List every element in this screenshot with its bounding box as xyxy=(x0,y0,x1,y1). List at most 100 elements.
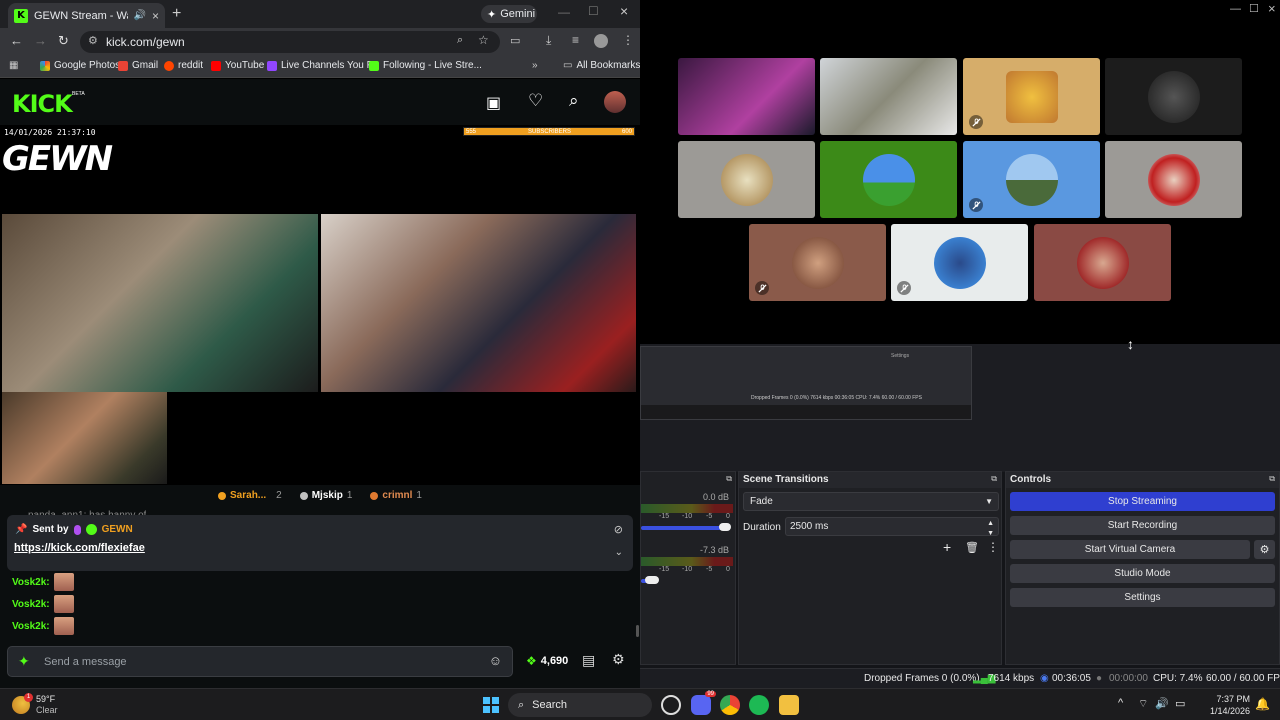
volume-icon[interactable]: 🔊 xyxy=(1155,697,1169,710)
transition-select[interactable]: Fade ▼ xyxy=(743,492,999,511)
window-maximize-button[interactable]: ☐ xyxy=(1249,2,1259,15)
emoji-icon[interactable]: ☺ xyxy=(489,653,502,668)
participant-tile[interactable] xyxy=(1034,224,1171,301)
participant-tile[interactable] xyxy=(820,141,957,218)
window-minimize-button[interactable]: — xyxy=(1230,3,1241,15)
add-transition-icon[interactable]: + xyxy=(943,539,951,555)
bookmark-gmail[interactable]: Gmail xyxy=(118,60,158,71)
bookmark-star-icon[interactable]: ☆ xyxy=(478,33,489,47)
store-icon[interactable]: ▤ xyxy=(582,652,595,669)
all-bookmarks[interactable]: ▭ All Bookmarks xyxy=(563,60,640,71)
profile-avatar[interactable] xyxy=(594,34,608,48)
cast-icon[interactable]: ▭ xyxy=(510,34,520,47)
minimize-button[interactable]: — xyxy=(558,5,570,19)
battery-icon[interactable]: ▭ xyxy=(1175,697,1185,710)
slider-handle-icon[interactable] xyxy=(719,523,731,531)
live-icon: ◉ xyxy=(1040,673,1049,684)
taskbar-search[interactable]: ⌕ Search xyxy=(508,693,652,717)
dropped-frames: Dropped Frames 0 (0.0%) xyxy=(864,673,980,684)
system-clock[interactable]: 7:37 PM 1/14/2026 xyxy=(1210,693,1250,717)
weather-widget[interactable]: 1 59°F Clear xyxy=(12,693,58,716)
virtual-camera-settings-icon[interactable]: ⚙ xyxy=(1254,540,1275,559)
participant-tile[interactable] xyxy=(749,224,886,301)
window-close-button[interactable]: × xyxy=(1268,1,1276,16)
pinned-link[interactable]: https://kick.com/flexiefae xyxy=(14,542,145,554)
user-avatar[interactable] xyxy=(604,91,626,113)
participant-tile[interactable] xyxy=(820,58,957,135)
mixer-float-icon[interactable]: ⧉ xyxy=(726,474,732,484)
start-virtual-camera-button[interactable]: Start Virtual Camera xyxy=(1010,540,1250,559)
heart-icon[interactable]: ♡ xyxy=(528,91,543,111)
discord-taskbar-icon[interactable]: 99 xyxy=(691,691,716,715)
studio-mode-button[interactable]: Studio Mode xyxy=(1010,564,1275,583)
participant-tile[interactable] xyxy=(1105,141,1242,218)
chrome-taskbar-icon[interactable] xyxy=(720,695,740,715)
volume-slider-a[interactable] xyxy=(641,526,727,530)
channel-points[interactable]: ❖ 4,690 xyxy=(526,654,568,668)
kick-spark-icon[interactable]: ✦ xyxy=(18,653,30,670)
notifications-icon[interactable]: 🔔 xyxy=(1255,697,1270,711)
reload-icon[interactable]: ↻ xyxy=(58,33,69,49)
panel-float-icon[interactable]: ⧉ xyxy=(1269,474,1275,484)
zoom-icon[interactable]: ⌕ xyxy=(457,34,463,47)
participant-tile[interactable] xyxy=(963,141,1100,218)
wifi-icon[interactable]: ⌔ xyxy=(1138,697,1148,711)
stop-streaming-button[interactable]: Stop Streaming xyxy=(1010,492,1275,511)
following-feed-icon[interactable]: ▣ xyxy=(486,93,501,113)
gemini-button[interactable]: ✦ Gemini xyxy=(481,5,537,23)
search-icon[interactable]: ⌕ xyxy=(569,91,579,111)
duration-spinbox[interactable]: 2500 ms ▲ ▼ xyxy=(785,517,999,537)
bookmarks-bar: ▦ Google Photos Gmail reddit YouTube Liv… xyxy=(0,56,640,78)
chat-settings-icon[interactable]: ⚙ xyxy=(612,651,625,668)
bookmark-following[interactable]: Following - Live Stre... xyxy=(369,60,482,71)
chrome-menu-icon[interactable]: ⋮ xyxy=(622,33,634,47)
bookmark-live-channels[interactable]: Live Channels You F... xyxy=(267,60,380,71)
trash-icon[interactable]: 🗑 xyxy=(965,541,979,554)
pinned-sender: 📌 Sent by GEWN xyxy=(15,524,133,535)
obs-taskbar-icon[interactable] xyxy=(661,695,681,715)
expand-pin-icon[interactable]: ⌄ xyxy=(615,547,623,558)
bitrate: 7614 kbps xyxy=(988,673,1035,684)
site-info-icon[interactable]: ⚙ xyxy=(88,34,98,47)
send-message-input[interactable] xyxy=(44,653,474,671)
participant-tile[interactable] xyxy=(678,58,815,135)
tray-overflow-icon[interactable]: ^ xyxy=(1118,697,1123,709)
pinned-sender-name[interactable]: GEWN xyxy=(102,524,133,535)
participant-tile[interactable] xyxy=(1105,58,1242,135)
bookmark-youtube[interactable]: YouTube xyxy=(211,60,264,71)
file-explorer-taskbar-icon[interactable] xyxy=(779,695,799,715)
spotify-taskbar-icon[interactable] xyxy=(749,695,769,715)
browser-tab[interactable]: K GEWN Stream - Watch Live 🔊 × xyxy=(8,3,165,28)
participant-tile[interactable] xyxy=(963,58,1100,135)
slider-handle-icon[interactable] xyxy=(645,576,659,584)
settings-button[interactable]: Settings xyxy=(1010,588,1275,607)
forward-icon[interactable]: → xyxy=(34,33,47,48)
bookmark-google-photos[interactable]: Google Photos xyxy=(40,60,120,71)
download-icon[interactable]: ⤓ xyxy=(546,33,551,48)
media-icon[interactable]: ≡ xyxy=(572,33,579,47)
tab-close-icon[interactable]: × xyxy=(152,9,159,23)
apps-icon[interactable]: ▦ xyxy=(9,60,18,71)
more-options-icon[interactable]: ⋮ xyxy=(987,540,999,554)
close-window-button[interactable]: × xyxy=(620,3,628,19)
bookmark-reddit[interactable]: reddit xyxy=(164,60,203,71)
speaker-icon[interactable]: 🔊 xyxy=(134,10,146,21)
kick-logo[interactable]: KICK xyxy=(12,90,73,118)
preview-settings-label: Settings xyxy=(891,353,910,359)
gifter-1[interactable]: Sarah... 2 xyxy=(218,490,282,501)
windows-start-icon[interactable] xyxy=(483,697,499,713)
chat-scrollbar[interactable] xyxy=(636,625,639,637)
gifter-3[interactable]: crimnl 1 xyxy=(370,490,422,501)
emote-icon xyxy=(53,617,74,635)
start-recording-button[interactable]: Start Recording xyxy=(1010,516,1275,535)
new-tab-button[interactable]: + xyxy=(172,5,181,23)
panel-float-icon[interactable]: ⧉ xyxy=(991,474,997,484)
participant-tile[interactable] xyxy=(678,141,815,218)
bookmarks-overflow-icon[interactable]: » xyxy=(532,60,538,71)
gifter-2[interactable]: Mjskip 1 xyxy=(299,490,352,501)
participant-tile[interactable] xyxy=(891,224,1028,301)
url-bar[interactable]: ⚙ kick.com/gewn ⌕ ☆ xyxy=(80,31,500,53)
maximize-button[interactable]: ☐ xyxy=(588,4,599,18)
hide-pin-icon[interactable]: ⊘ xyxy=(614,523,623,536)
back-icon[interactable]: ← xyxy=(10,33,23,48)
